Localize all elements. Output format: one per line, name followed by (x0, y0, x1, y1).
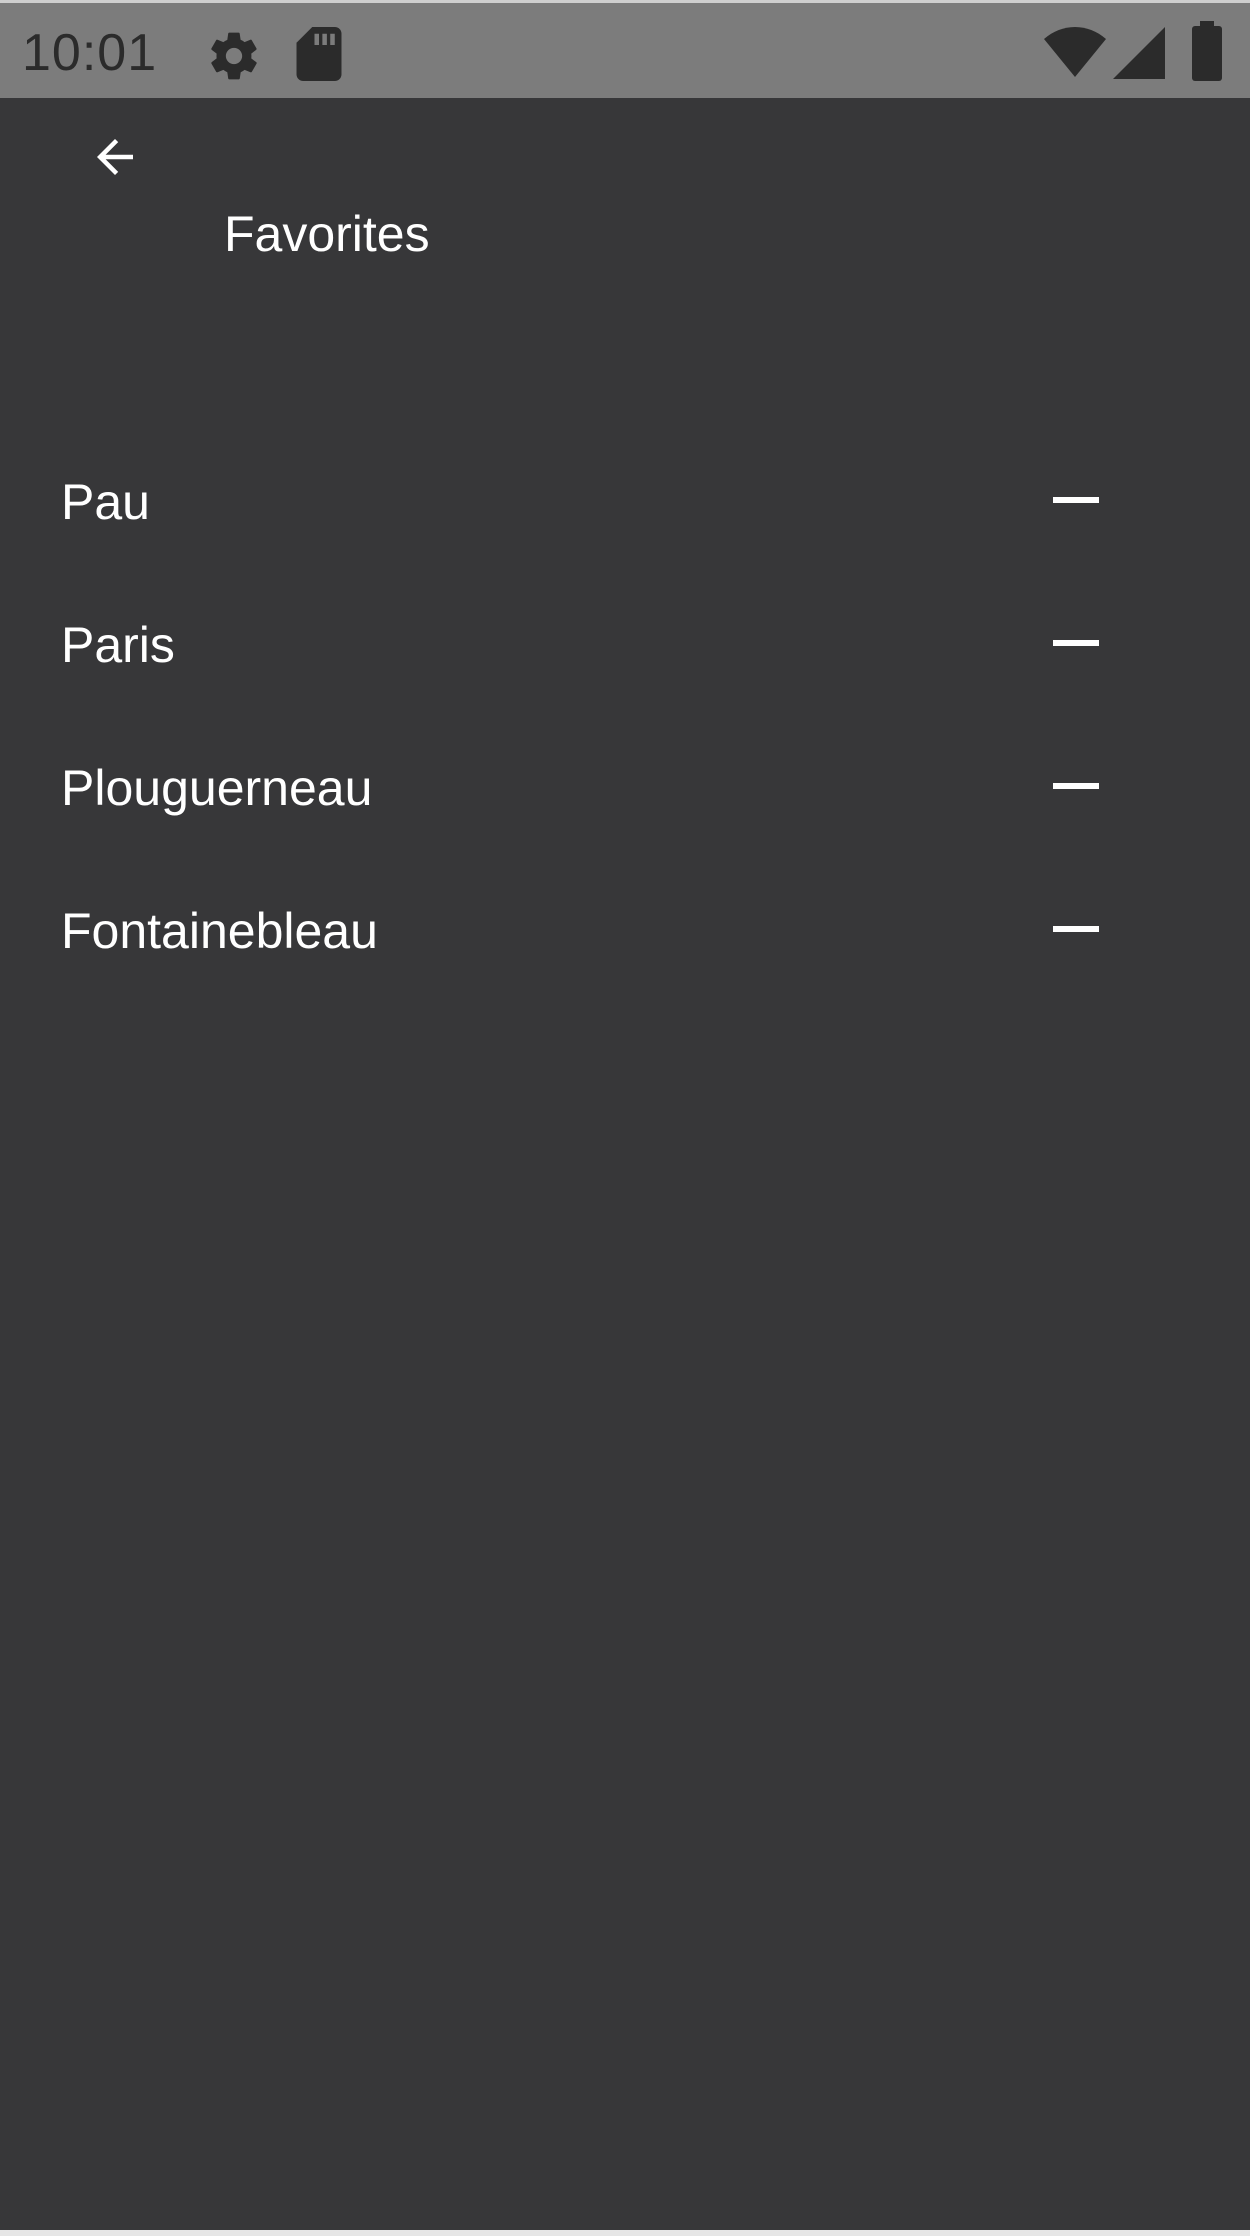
favorites-list: Pau Paris Plouguerneau Fontainebleau (0, 432, 1250, 1004)
minus-icon (1053, 926, 1099, 932)
remove-favorite-button[interactable] (1036, 464, 1116, 544)
list-item: Fontainebleau (0, 861, 1250, 1004)
list-item: Paris (0, 575, 1250, 718)
app-screen: 10:01 Favorites Pau Paris Plouguerneau F… (0, 0, 1250, 2236)
remove-favorite-button[interactable] (1036, 607, 1116, 687)
minus-icon (1053, 497, 1099, 503)
wifi-icon (1044, 27, 1106, 77)
status-time: 10:01 (22, 24, 158, 82)
app-bar (0, 98, 1250, 298)
battery-icon (1192, 21, 1222, 81)
favorite-city-label[interactable]: Pau (61, 472, 150, 532)
favorite-city-label[interactable]: Fontainebleau (61, 901, 378, 961)
minus-icon (1053, 640, 1099, 646)
list-item: Plouguerneau (0, 718, 1250, 861)
screen-bottom-edge (0, 2230, 1250, 2236)
arrow-back-icon (97, 139, 133, 175)
favorite-city-label[interactable]: Plouguerneau (61, 758, 372, 818)
cell-signal-icon (1113, 27, 1165, 79)
page-title: Favorites (224, 206, 430, 262)
status-bar: 10:01 (0, 0, 1250, 98)
back-button[interactable] (62, 104, 166, 208)
favorite-city-label[interactable]: Paris (61, 615, 175, 675)
remove-favorite-button[interactable] (1036, 750, 1116, 830)
remove-favorite-button[interactable] (1036, 893, 1116, 973)
list-item: Pau (0, 432, 1250, 575)
gear-icon (211, 32, 257, 80)
sd-card-icon (296, 27, 342, 81)
minus-icon (1053, 783, 1099, 789)
